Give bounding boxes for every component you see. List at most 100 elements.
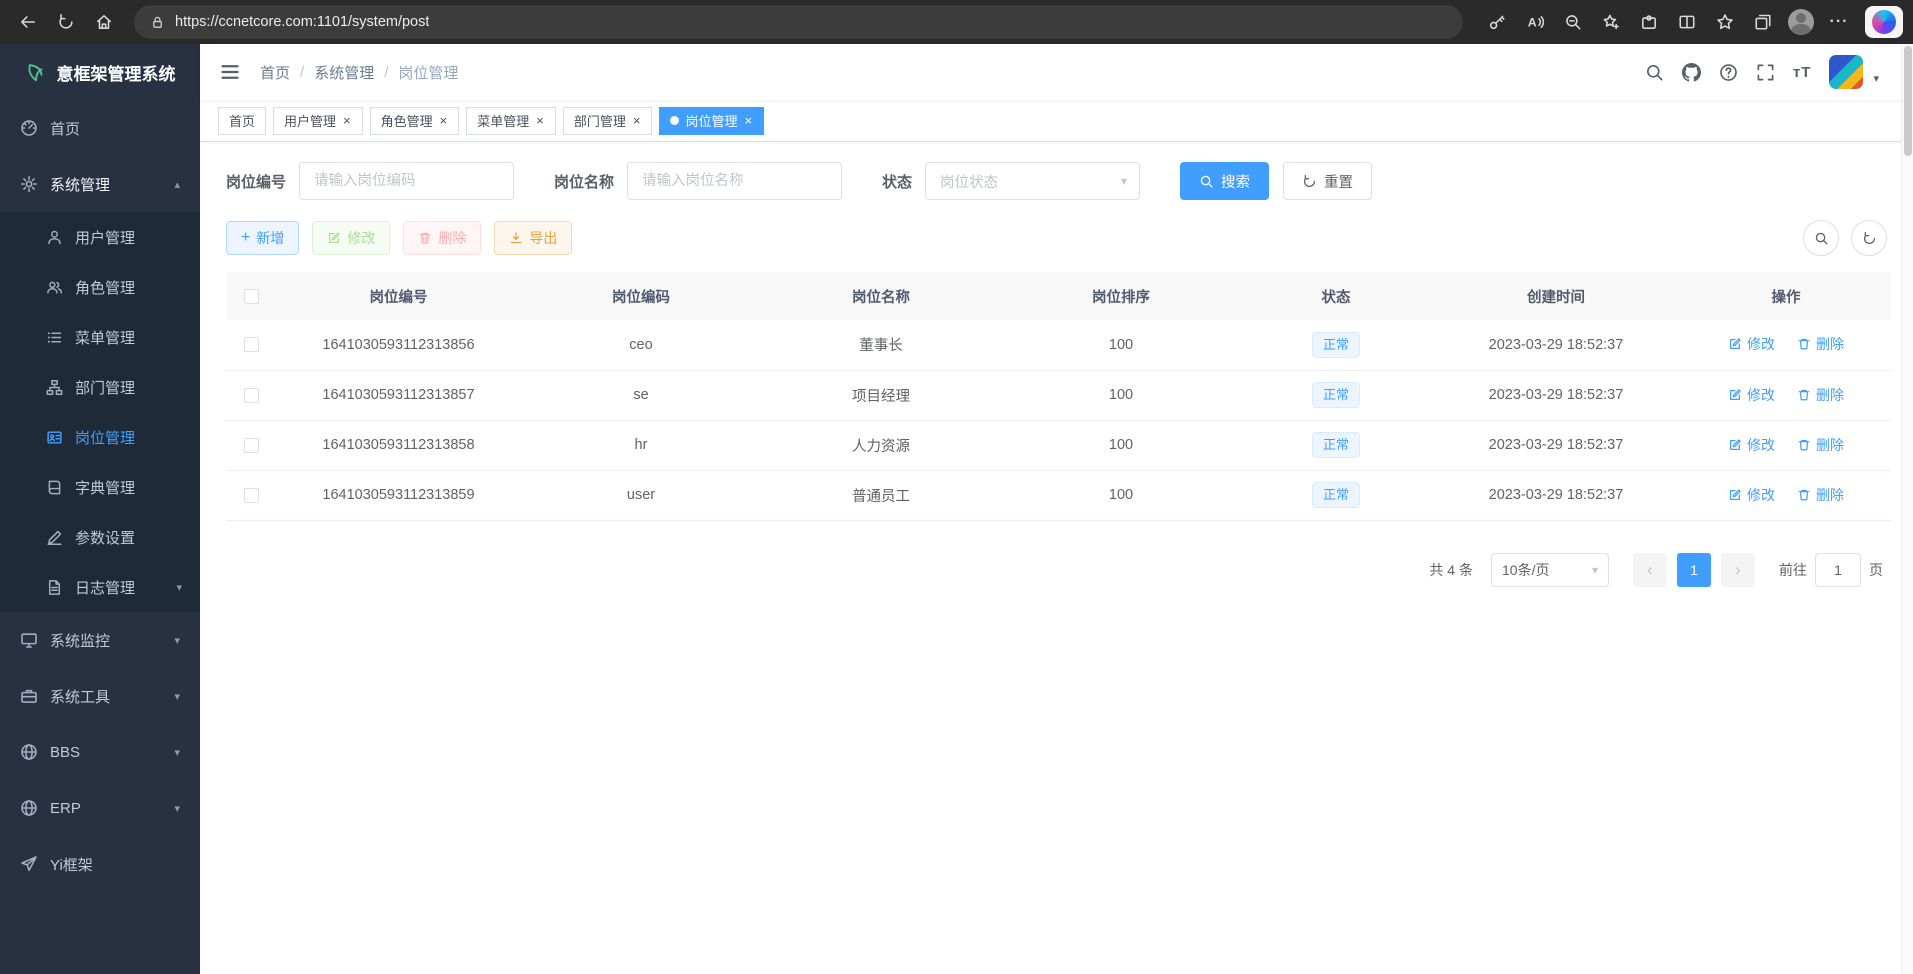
edit-icon (327, 231, 341, 245)
app-title: 意框架管理系统 (57, 60, 176, 85)
collections-icon[interactable] (1745, 5, 1781, 39)
sidebar-item-users[interactable]: 用户管理 (0, 212, 200, 262)
reset-button[interactable]: 重置 (1283, 162, 1372, 200)
breadcrumb-current: 岗位管理 (398, 62, 458, 83)
sidebar-item-parameters[interactable]: 参数设置 (0, 512, 200, 562)
leaf-logo-icon (25, 61, 47, 83)
sidebar-item-yi-framework[interactable]: Yi框架 (0, 836, 200, 892)
goto-page-input[interactable] (1815, 553, 1861, 587)
sidebar: 意框架管理系统 首页 系统管理 ▴ 用户管理 角色管理 (0, 44, 200, 974)
tab-home[interactable]: 首页 (218, 107, 266, 135)
edit-icon (1728, 488, 1742, 502)
book-icon (46, 479, 63, 496)
sidebar-item-logs[interactable]: 日志管理 ▾ (0, 562, 200, 612)
caret-down-icon: ▾ (174, 802, 180, 815)
edit-button[interactable]: 修改 (312, 221, 390, 255)
browser-more-icon[interactable]: ··· (1821, 5, 1857, 39)
status-select[interactable]: 岗位状态 ▾ (925, 162, 1140, 200)
row-delete-link[interactable]: 删除 (1797, 485, 1844, 505)
row-checkbox[interactable] (244, 337, 259, 352)
sidebar-toggle-button[interactable] (220, 62, 240, 82)
tab-posts[interactable]: 岗位管理 × (659, 107, 764, 135)
tab-users[interactable]: 用户管理 × (273, 107, 363, 135)
sidebar-item-posts[interactable]: 岗位管理 (0, 412, 200, 462)
page-scrollbar[interactable] (1901, 44, 1913, 974)
tab-close-icon[interactable]: × (535, 114, 545, 127)
sidebar-item-departments[interactable]: 部门管理 (0, 362, 200, 412)
post-code-input[interactable] (299, 162, 514, 200)
split-screen-icon[interactable] (1669, 5, 1705, 39)
help-icon[interactable] (1719, 63, 1738, 82)
browser-back-button[interactable] (10, 5, 46, 39)
tab-departments[interactable]: 部门管理 × (563, 107, 653, 135)
select-all-checkbox[interactable] (244, 289, 259, 304)
header-search-icon[interactable] (1645, 63, 1664, 82)
row-delete-link[interactable]: 删除 (1797, 385, 1844, 405)
delete-button[interactable]: 删除 (403, 221, 481, 255)
row-edit-link[interactable]: 修改 (1728, 435, 1775, 455)
tab-roles[interactable]: 角色管理 × (370, 107, 460, 135)
tab-close-icon[interactable]: × (743, 114, 753, 127)
address-bar[interactable]: https://ccnetcore.com:1101/system/post (134, 5, 1463, 39)
refresh-table-button[interactable] (1851, 220, 1887, 256)
search-button[interactable]: 搜索 (1180, 162, 1269, 200)
browser-home-button[interactable] (86, 5, 122, 39)
favorites-bar-icon[interactable] (1707, 5, 1743, 39)
copilot-button[interactable] (1865, 6, 1903, 38)
font-size-icon[interactable]: тT (1793, 64, 1812, 81)
url-text: https://ccnetcore.com:1101/system/post (175, 14, 429, 30)
next-page-button[interactable]: › (1721, 553, 1755, 587)
add-favorite-icon[interactable] (1593, 5, 1629, 39)
zoom-icon[interactable] (1555, 5, 1591, 39)
tab-menus[interactable]: 菜单管理 × (466, 107, 556, 135)
table-toolbar: + 新增 修改 删除 导出 (226, 220, 1887, 256)
system-submenu: 用户管理 角色管理 菜单管理 部门管理 岗位管理 (0, 212, 200, 612)
row-checkbox[interactable] (244, 488, 259, 503)
fullscreen-icon[interactable] (1756, 63, 1775, 82)
breadcrumb-home[interactable]: 首页 (260, 62, 290, 83)
col-post-code: 岗位编码 (521, 272, 761, 320)
row-edit-link[interactable]: 修改 (1728, 334, 1775, 354)
browser-refresh-button[interactable] (48, 5, 84, 39)
avatar-caret-icon[interactable]: ▾ (1873, 72, 1879, 89)
sidebar-item-home[interactable]: 首页 (0, 100, 200, 156)
row-checkbox[interactable] (244, 438, 259, 453)
sidebar-item-menus[interactable]: 菜单管理 (0, 312, 200, 362)
cell-created: 2023-03-29 18:52:37 (1431, 420, 1681, 470)
sidebar-item-erp[interactable]: ERP ▾ (0, 780, 200, 836)
sidebar-item-system[interactable]: 系统管理 ▴ (0, 156, 200, 212)
page-number-button[interactable]: 1 (1677, 553, 1711, 587)
tab-close-icon[interactable]: × (632, 114, 642, 127)
browser-profile-avatar[interactable] (1783, 5, 1819, 39)
add-button[interactable]: + 新增 (226, 221, 299, 255)
row-edit-link[interactable]: 修改 (1728, 385, 1775, 405)
post-badge-icon (46, 429, 63, 446)
breadcrumb-system[interactable]: 系统管理 (314, 62, 374, 83)
sidebar-item-dictionary[interactable]: 字典管理 (0, 462, 200, 512)
row-checkbox[interactable] (244, 388, 259, 403)
tab-close-icon[interactable]: × (439, 114, 449, 127)
password-key-icon[interactable] (1479, 5, 1515, 39)
scrollbar-thumb[interactable] (1904, 46, 1912, 156)
export-button[interactable]: 导出 (494, 221, 572, 255)
github-icon[interactable] (1682, 63, 1701, 82)
row-delete-link[interactable]: 删除 (1797, 334, 1844, 354)
sidebar-item-tools[interactable]: 系统工具 ▾ (0, 668, 200, 724)
toggle-search-button[interactable] (1803, 220, 1839, 256)
edit-icon (1728, 337, 1742, 351)
read-aloud-icon[interactable]: A (1517, 5, 1553, 39)
user-avatar[interactable] (1829, 55, 1863, 89)
select-caret-icon: ▾ (1592, 563, 1598, 577)
sidebar-item-roles[interactable]: 角色管理 (0, 262, 200, 312)
page-size-select[interactable]: 10条/页 ▾ (1491, 553, 1609, 587)
refresh-icon (1862, 231, 1877, 246)
post-name-input[interactable] (627, 162, 842, 200)
sidebar-item-monitor[interactable]: 系统监控 ▾ (0, 612, 200, 668)
sidebar-item-bbs[interactable]: BBS ▾ (0, 724, 200, 780)
prev-page-button[interactable]: ‹ (1633, 553, 1667, 587)
cell-post-id: 1641030593112313856 (276, 320, 521, 370)
extensions-icon[interactable] (1631, 5, 1667, 39)
row-delete-link[interactable]: 删除 (1797, 435, 1844, 455)
row-edit-link[interactable]: 修改 (1728, 485, 1775, 505)
tab-close-icon[interactable]: × (342, 114, 352, 127)
